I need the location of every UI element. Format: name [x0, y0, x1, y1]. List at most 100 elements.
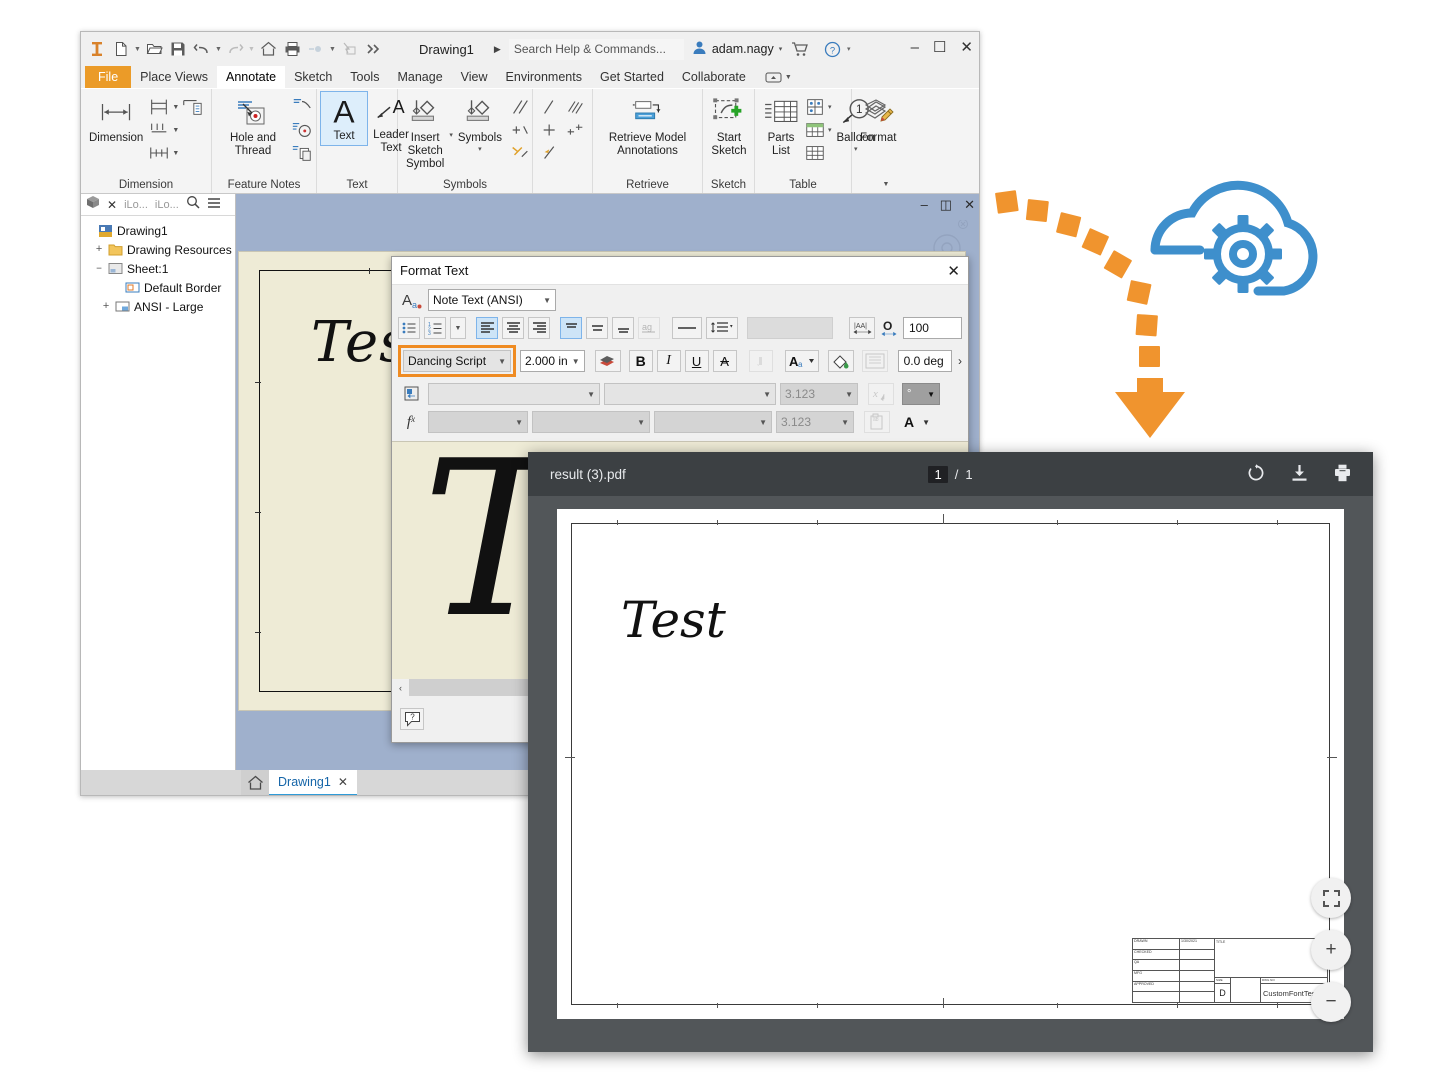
surface-texture-icon[interactable]: [509, 96, 531, 118]
tree-item-sheet1[interactable]: – Sheet:1: [84, 259, 232, 278]
center-mark-icon[interactable]: [540, 119, 562, 141]
undo-button[interactable]: [190, 37, 214, 61]
dialog-close-button[interactable]: ✕: [947, 262, 960, 280]
search-input[interactable]: Search Help & Commands...: [509, 39, 684, 60]
property-name-combo[interactable]: ▼: [604, 383, 776, 405]
valign-top-button[interactable]: [560, 317, 582, 339]
browser-tab-ilogic-1[interactable]: iLo...: [124, 199, 148, 211]
ribbon-tab-annotate[interactable]: Annotate: [217, 66, 285, 88]
hole-and-thread-button[interactable]: Hole and Thread: [215, 94, 291, 160]
feature-control-frame-icon[interactable]: [509, 119, 531, 141]
printer-icon[interactable]: [1334, 464, 1351, 485]
tree-item-ansi-large[interactable]: + ANSI - Large: [84, 297, 232, 316]
ribbon-collapse-button[interactable]: ▼: [765, 66, 792, 88]
ribbon-tab-collaborate[interactable]: Collaborate: [673, 66, 755, 88]
align-left-button[interactable]: [476, 317, 498, 339]
bend-note-icon[interactable]: [291, 119, 313, 141]
strikethrough-button[interactable]: A: [713, 350, 737, 372]
italic-button[interactable]: I: [657, 350, 681, 372]
parts-list-button[interactable]: Parts List: [758, 94, 804, 160]
paint-bucket-button[interactable]: [828, 350, 854, 372]
line-spacing-button[interactable]: [706, 317, 738, 339]
numbered-list-button[interactable]: 123: [424, 317, 446, 339]
doc-minimize-button[interactable]: –: [921, 197, 928, 213]
double-chevron-right-icon[interactable]: [361, 37, 385, 61]
open-file-button[interactable]: [142, 37, 166, 61]
underline-button[interactable]: U: [685, 350, 709, 372]
retrieve-model-annotations-button[interactable]: Retrieve Model Annotations: [596, 94, 699, 160]
line-button[interactable]: [672, 317, 702, 339]
bullet-list-button[interactable]: [398, 317, 420, 339]
valign-middle-button[interactable]: [586, 317, 608, 339]
maximize-button[interactable]: ☐: [933, 40, 946, 55]
valign-bottom-button[interactable]: [612, 317, 634, 339]
stretch-value-field[interactable]: 100: [903, 317, 962, 339]
param-precision-combo[interactable]: 3.123 ▼: [776, 411, 854, 433]
bold-button[interactable]: B: [629, 350, 653, 372]
browser-close-icon[interactable]: ✕: [107, 198, 117, 212]
print-button[interactable]: [280, 37, 304, 61]
align-center-button[interactable]: [502, 317, 524, 339]
rotation-more-button[interactable]: ›: [958, 354, 962, 368]
model-cube-icon[interactable]: [86, 195, 100, 214]
param-source-combo[interactable]: ▼: [428, 411, 528, 433]
shopping-cart-icon[interactable]: [788, 37, 812, 61]
property-type-combo[interactable]: ▼: [428, 383, 600, 405]
tree-item-drawing1[interactable]: Drawing1: [84, 221, 232, 240]
rotation-field[interactable]: 0.0 deg: [898, 350, 952, 372]
param-name-combo[interactable]: ▼: [532, 411, 650, 433]
magnifier-icon[interactable]: [186, 195, 200, 214]
list-dropdown-button[interactable]: ▼: [450, 317, 466, 339]
ribbon-tab-tools[interactable]: Tools: [341, 66, 388, 88]
chamfer-note-icon[interactable]: [291, 96, 313, 118]
document-tab-drawing1[interactable]: Drawing1 ✕: [269, 770, 357, 796]
chain-dimension-icon[interactable]: [148, 119, 170, 141]
weld-symbol-icon[interactable]: [509, 142, 531, 164]
centerline-pattern-icon[interactable]: [564, 119, 586, 141]
unit-dropdown-button[interactable]: ° ▼: [902, 383, 940, 405]
ribbon-tab-environments[interactable]: Environments: [497, 66, 591, 88]
baseline-dimension-icon[interactable]: [148, 96, 170, 118]
zoom-out-button[interactable]: −: [1311, 982, 1351, 1022]
title-separator-caret[interactable]: ▶: [494, 44, 501, 55]
ordinate-dimension-icon[interactable]: [181, 96, 203, 118]
undo-dropdown[interactable]: ▼: [214, 38, 223, 60]
font-family-combo[interactable]: Dancing Script ▼: [403, 350, 511, 372]
browser-tab-ilogic-2[interactable]: iLo...: [155, 199, 179, 211]
text-button[interactable]: A Text: [320, 91, 368, 146]
punch-note-icon[interactable]: [291, 142, 313, 164]
rotate-icon[interactable]: [1247, 464, 1265, 485]
new-file-button[interactable]: [109, 37, 133, 61]
user-dropdown-caret[interactable]: ▾: [779, 45, 783, 53]
param-value-combo[interactable]: ▼: [654, 411, 772, 433]
fit-page-button[interactable]: [1311, 878, 1351, 918]
hatch-icon[interactable]: [564, 96, 586, 118]
hamburger-icon[interactable]: [207, 196, 221, 214]
parallel-icon[interactable]: [540, 96, 562, 118]
insert-symbol-button[interactable]: Aa: [785, 350, 819, 372]
tree-expander[interactable]: +: [101, 301, 111, 313]
ribbon-tab-place-views[interactable]: Place Views: [131, 66, 217, 88]
format-button[interactable]: Format: [855, 94, 901, 147]
ribbon-tab-manage[interactable]: Manage: [388, 66, 451, 88]
question-mark-icon[interactable]: ?: [820, 37, 844, 61]
home-tab-button[interactable]: [241, 770, 269, 796]
hole-table-dimension-icon[interactable]: [148, 142, 170, 164]
home-icon[interactable]: [256, 37, 280, 61]
pdf-page-area[interactable]: Test DRAWN1/30/2021 CHECKED QA MFG APPRO…: [528, 496, 1373, 1052]
user-account[interactable]: adam.nagy ▾: [692, 40, 782, 58]
help-dropdown[interactable]: ▾: [844, 38, 853, 60]
symbols-button[interactable]: Symbols ▾: [453, 94, 507, 155]
symbols-dropdown[interactable]: ▾: [478, 145, 482, 153]
zoom-in-button[interactable]: +: [1311, 930, 1351, 970]
ribbon-group-format-more[interactable]: ▼: [855, 176, 917, 193]
ribbon-tab-view[interactable]: View: [452, 66, 497, 88]
align-right-button[interactable]: [528, 317, 550, 339]
letter-dropdown-button[interactable]: A ▼: [900, 411, 934, 433]
insert-sketch-symbol-button[interactable]: Insert Sketch Symbol: [401, 94, 449, 173]
doc-restore-button[interactable]: ◫: [940, 197, 952, 213]
close-button[interactable]: ✕: [960, 40, 973, 55]
hole-table-icon[interactable]: [804, 96, 826, 118]
text-stretch-button[interactable]: |AA|: [849, 317, 875, 339]
ribbon-tab-sketch[interactable]: Sketch: [285, 66, 341, 88]
